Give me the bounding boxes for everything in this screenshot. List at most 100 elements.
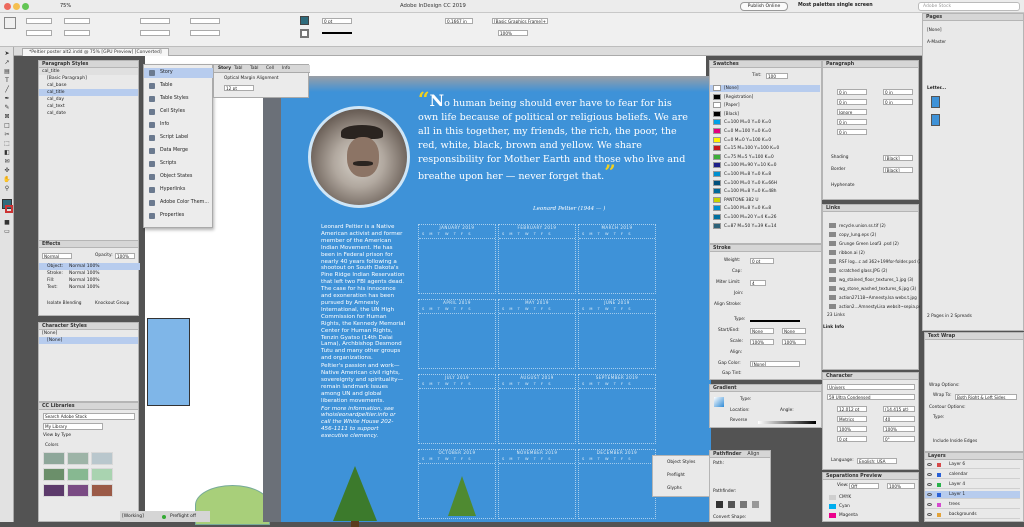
shading-checkbox[interactable]: Shading [831, 155, 848, 161]
link-item[interactable]: scratched glass.JPG (2) [823, 266, 920, 275]
swatch-item[interactable]: C=100 M=8 Y=0 K=48h [710, 188, 820, 195]
swatch-item[interactable]: C=0 M=0 Y=100 K=0 [710, 136, 820, 144]
knockout-group-checkbox[interactable]: Knockout Group [95, 301, 129, 307]
paragraph-style-item[interactable]: cal_text [39, 103, 138, 110]
tab-pathfinder[interactable]: Pathfinder [713, 451, 741, 457]
document-tab[interactable]: *Peltier poster alt2.indd @ 75% [GPU Pre… [22, 48, 169, 56]
swatch-item[interactable]: C=100 M=90 Y=10 K=0 [710, 162, 820, 169]
space-after-field[interactable]: 0 in [837, 129, 867, 135]
fill-swatch[interactable] [300, 16, 309, 25]
swatch-item[interactable]: [Paper] [710, 102, 820, 109]
link-item[interactable]: RSF log...c ad 362+199for-folder.psd (2) [823, 257, 920, 266]
selection-tool-icon[interactable]: ➤ [2, 50, 12, 57]
blend-mode-select[interactable]: Normal [42, 253, 72, 259]
unite-icon[interactable] [716, 501, 723, 508]
eye-icon[interactable] [927, 503, 932, 506]
link-item[interactable]: copy_lung.eps (2) [823, 230, 920, 239]
swatch-item[interactable]: C=75 M=5 Y=100 K=0 [710, 153, 820, 161]
library-color-swatch[interactable] [91, 468, 113, 481]
page-1-thumbnail[interactable] [931, 96, 940, 108]
calendar-month[interactable]: FEBRUARY 2019 S M T W T F S [498, 224, 576, 294]
swatch-item[interactable]: C=100 M=20 Y=4 K=26 [710, 214, 820, 221]
link-item[interactable]: recycle.union.ss.tif (2) [823, 221, 920, 230]
character-style-none[interactable]: [None] [39, 337, 138, 344]
corner-size-field[interactable]: 0.1667 in [445, 18, 473, 24]
left-indent-field[interactable]: 0 in [837, 89, 867, 95]
bio-text-frame[interactable]: Leonard Peltier is a Native American act… [321, 224, 406, 440]
swatch-item[interactable]: C=100 M=0 Y=0 K=66H [710, 179, 820, 187]
poster-page[interactable]: “No human being should ever have to fear… [263, 76, 711, 527]
optical-margin-checkbox[interactable]: Optical Margin Alignment [224, 76, 279, 82]
font-style-select[interactable]: 59 Ultra Condensed [827, 394, 915, 400]
layer-item[interactable]: trees [925, 501, 1020, 509]
selected-blue-rectangle[interactable] [147, 318, 190, 406]
swatch-item[interactable]: C=100 M=8 Y=0 K=8 [710, 205, 820, 212]
leading-field[interactable]: (14.415 pt) [883, 406, 915, 412]
pages-header[interactable]: Pages [923, 14, 1023, 21]
library-color-swatch[interactable] [91, 452, 113, 465]
story-panel-tab[interactable]: Info [282, 66, 290, 72]
opacity-field[interactable]: 100% [498, 30, 528, 36]
gradient-reverse-button[interactable]: Reverse [730, 418, 747, 424]
link-item[interactable]: action2...AmnestyLisa websit~sepia.psd [823, 302, 920, 311]
hand-tool-icon[interactable]: ✋ [2, 176, 12, 183]
rotation-field[interactable] [190, 18, 220, 24]
last-indent-field[interactable]: 0 in [883, 99, 913, 105]
layer-item[interactable]: calendar [925, 471, 1020, 479]
character-styles-header[interactable]: Character Styles [39, 323, 138, 330]
link-item[interactable]: wg_stone_washed_textures_6.jpg (3) [823, 284, 920, 293]
library-color-swatch[interactable] [91, 484, 113, 497]
stroke-type-selector[interactable] [322, 32, 352, 34]
x-field[interactable] [26, 18, 52, 24]
separation-item[interactable]: CMYK [823, 493, 920, 502]
layer-item[interactable]: Layer 6 [925, 461, 1020, 469]
publish-online-button[interactable]: Publish Online [740, 2, 788, 11]
width-field[interactable] [64, 18, 90, 24]
language-select[interactable]: English: USA [857, 458, 897, 464]
direct-selection-tool-icon[interactable]: ↗ [2, 59, 12, 66]
pine-tree-left[interactable] [333, 466, 377, 521]
paragraph-style-item[interactable]: cal_date [39, 110, 138, 117]
y-field[interactable] [26, 30, 52, 36]
stroke-swatch[interactable] [300, 29, 309, 38]
object-styles-button[interactable]: Object Styles [667, 460, 695, 466]
baseline-shift-field[interactable]: 0 pt [837, 436, 867, 442]
stroke-weight-field[interactable]: 0 pt [322, 18, 352, 24]
optical-size-field[interactable]: 12 pt [224, 85, 254, 91]
first-indent-field[interactable]: 0 in [837, 99, 867, 105]
space-before-field[interactable]: 0 in [837, 119, 867, 125]
link-item[interactable]: Grunge Green Leaf3 .psd (2) [823, 239, 920, 248]
paragraph-header[interactable]: Paragraph [823, 61, 918, 68]
intersect-icon[interactable] [740, 501, 747, 508]
cc-libraries-header[interactable]: CC Libraries [39, 403, 138, 410]
links-header[interactable]: Links [823, 205, 918, 212]
stroke-type-select[interactable] [750, 320, 800, 322]
kerning-field[interactable]: Metrics [837, 416, 867, 422]
gradient-header[interactable]: Gradient [710, 385, 821, 392]
effects-opacity-field[interactable]: 100% [115, 253, 135, 259]
stroke-header[interactable]: Stroke [710, 245, 821, 252]
rectangle-frame-tool-icon[interactable]: ⊠ [2, 113, 12, 120]
height-field[interactable] [64, 30, 90, 36]
stroke-color-icon[interactable] [5, 205, 13, 213]
library-color-swatch[interactable] [43, 484, 65, 497]
stroke-weight-input[interactable]: 0 pt [750, 258, 774, 264]
start-arrow-select[interactable]: None [750, 328, 774, 334]
gap-color-select[interactable]: [None] [750, 361, 800, 367]
paragraph-style-item[interactable]: cal_title [39, 89, 138, 96]
swatch-item[interactable]: PANTONE 382 U [710, 196, 820, 204]
note-tool-icon[interactable]: ✉ [2, 158, 12, 165]
gradient-tool-icon[interactable]: ◧ [2, 149, 12, 156]
effects-row[interactable]: Text: Normal 100% [39, 284, 140, 291]
rectangle-tool-icon[interactable]: □ [2, 122, 12, 129]
library-color-swatch[interactable] [67, 468, 89, 481]
eye-icon[interactable] [927, 473, 932, 476]
separation-item[interactable]: Magenta [823, 511, 920, 520]
library-select[interactable]: My Library [43, 423, 103, 430]
calendar-month[interactable]: SEPTEMBER 2019 S M T W T F S [578, 374, 656, 444]
effects-header[interactable]: Effects [39, 241, 138, 248]
link-item[interactable]: action27118~Amnesty.lsa webs.t.jpg [823, 293, 920, 302]
link-item[interactable]: wg_stained_floor_textures_1.jpg (3) [823, 275, 920, 284]
story-panel-tab[interactable]: Story [218, 66, 231, 72]
tint-field[interactable]: 100 [766, 73, 788, 79]
